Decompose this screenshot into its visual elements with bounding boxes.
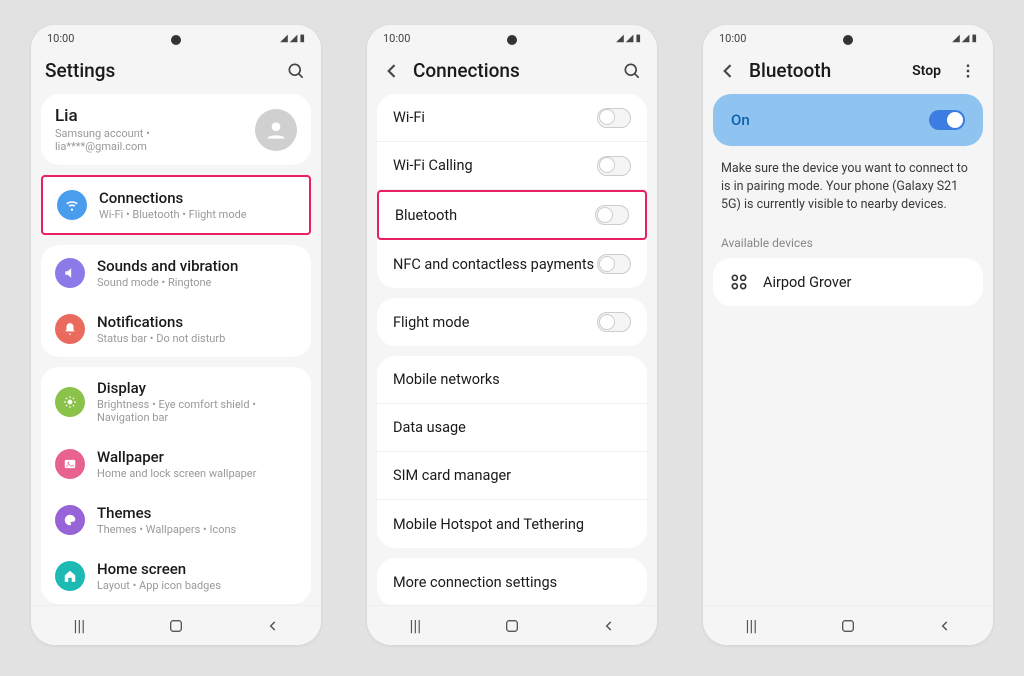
pairing-info: Make sure the device you want to connect… [713, 160, 983, 230]
bluetooth-master-toggle[interactable] [929, 110, 965, 130]
wifi-calling-toggle[interactable] [597, 156, 631, 176]
mobile-networks-item[interactable]: Mobile networks [377, 356, 647, 404]
device-name: Airpod Grover [763, 274, 851, 291]
headphones-icon [729, 272, 749, 292]
account-name: Lia [55, 106, 243, 126]
connections-content[interactable]: Wi-Fi Wi-Fi Calling Bluetooth NFC and co… [367, 94, 657, 605]
bluetooth-content[interactable]: On Make sure the device you want to conn… [703, 94, 993, 605]
home-icon [55, 561, 85, 591]
more-icon[interactable] [957, 60, 979, 82]
avatar-icon [255, 109, 297, 151]
palette-icon [55, 505, 85, 535]
recents-button[interactable]: ||| [739, 616, 763, 635]
search-icon[interactable] [285, 60, 307, 82]
sounds-item[interactable]: Sounds and vibration Sound mode • Ringto… [41, 245, 311, 301]
sound-icon [55, 258, 85, 288]
nav-bar: ||| [31, 605, 321, 645]
home-button[interactable] [500, 618, 524, 634]
settings-header: Settings [31, 51, 321, 94]
data-usage-item[interactable]: Data usage [377, 404, 647, 452]
nav-bar: ||| [367, 605, 657, 645]
connections-sub: Wi-Fi • Bluetooth • Flight mode [99, 208, 295, 221]
page-title: Bluetooth [749, 59, 896, 82]
connections-screen: 10:00 ◢◢▮ Connections Wi-Fi Wi-Fi Callin… [367, 25, 657, 645]
bluetooth-on-panel[interactable]: On [713, 94, 983, 146]
available-devices-label: Available devices [713, 230, 983, 258]
back-icon[interactable] [381, 60, 403, 82]
account-card[interactable]: Lia Samsung account • lia****@gmail.com [41, 94, 311, 165]
home-button[interactable] [164, 618, 188, 634]
device-item[interactable]: Airpod Grover [713, 258, 983, 306]
connections-item[interactable]: Connections Wi-Fi • Bluetooth • Flight m… [41, 175, 311, 235]
wifi-calling-item[interactable]: Wi-Fi Calling [377, 142, 647, 190]
status-bar: 10:00 ◢◢▮ [31, 25, 321, 51]
wifi-item[interactable]: Wi-Fi [377, 94, 647, 142]
recents-button[interactable]: ||| [67, 616, 91, 635]
nfc-item[interactable]: NFC and contactless payments [377, 240, 647, 288]
camera-notch [507, 35, 517, 45]
bluetooth-toggle[interactable] [595, 205, 629, 225]
account-sub: Samsung account • lia****@gmail.com [55, 127, 243, 153]
wifi-toggle[interactable] [597, 108, 631, 128]
bluetooth-item[interactable]: Bluetooth [377, 190, 647, 240]
back-button[interactable] [597, 619, 621, 633]
page-title: Connections [413, 59, 611, 82]
flight-mode-toggle[interactable] [597, 312, 631, 332]
wifi-icon [57, 190, 87, 220]
connections-header: Connections [367, 51, 657, 94]
back-button[interactable] [933, 619, 957, 633]
nfc-toggle[interactable] [597, 254, 631, 274]
wallpaper-item[interactable]: Wallpaper Home and lock screen wallpaper [41, 436, 311, 492]
status-bar: 10:00 ◢◢▮ [703, 25, 993, 51]
notifications-item[interactable]: Notifications Status bar • Do not distur… [41, 301, 311, 357]
status-bar: 10:00 ◢◢▮ [367, 25, 657, 51]
status-time: 10:00 [47, 32, 74, 45]
homescreen-item[interactable]: Home screen Layout • App icon badges [41, 548, 311, 604]
more-settings-item[interactable]: More connection settings [377, 558, 647, 605]
themes-item[interactable]: Themes Themes • Wallpapers • Icons [41, 492, 311, 548]
sim-card-item[interactable]: SIM card manager [377, 452, 647, 500]
display-item[interactable]: Display Brightness • Eye comfort shield … [41, 367, 311, 436]
camera-notch [171, 35, 181, 45]
bluetooth-header: Bluetooth Stop [703, 51, 993, 94]
sun-icon [55, 387, 85, 417]
hotspot-item[interactable]: Mobile Hotspot and Tethering [377, 500, 647, 548]
connections-title: Connections [99, 189, 295, 207]
recents-button[interactable]: ||| [403, 616, 427, 635]
settings-screen: 10:00 ◢◢▮ Settings Lia Samsung account •… [31, 25, 321, 645]
page-title: Settings [45, 59, 275, 82]
search-icon[interactable] [621, 60, 643, 82]
home-button[interactable] [836, 618, 860, 634]
nav-bar: ||| [703, 605, 993, 645]
back-icon[interactable] [717, 60, 739, 82]
flight-mode-item[interactable]: Flight mode [377, 298, 647, 346]
stop-button[interactable]: Stop [906, 63, 947, 79]
image-icon [55, 449, 85, 479]
settings-content[interactable]: Lia Samsung account • lia****@gmail.com … [31, 94, 321, 605]
bell-icon [55, 314, 85, 344]
camera-notch [843, 35, 853, 45]
bluetooth-screen: 10:00 ◢◢▮ Bluetooth Stop On Make sure th… [703, 25, 993, 645]
status-icons: ◢◢▮ [280, 33, 305, 44]
back-button[interactable] [261, 619, 285, 633]
on-label: On [731, 111, 750, 129]
